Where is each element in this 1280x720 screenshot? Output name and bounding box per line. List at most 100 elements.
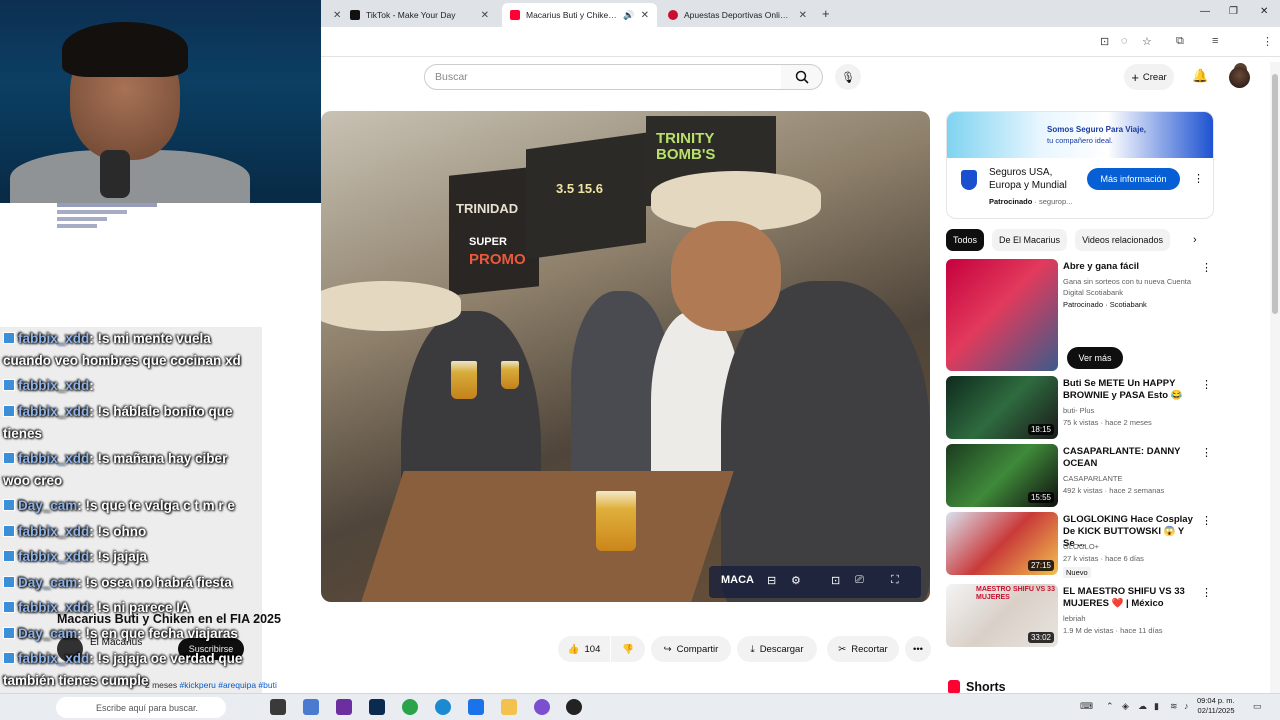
voice-search-button[interactable]: 🎙 [835, 64, 861, 90]
rec-thumbnail[interactable]: 27:15 [946, 512, 1058, 575]
obs-icon[interactable] [534, 699, 550, 715]
rec-thumbnail[interactable]: MAESTRO SHIFU VS 33 MUJERES 33:02 [946, 584, 1058, 647]
kebab-menu-icon[interactable]: ⋮ [1201, 261, 1212, 274]
chat-text: woo creo [3, 473, 63, 488]
rec-title[interactable]: EL MAESTRO SHIFU VS 33 MUJERES ❤️ | Méxi… [1063, 586, 1195, 610]
clip-button[interactable]: ✂ Recortar [827, 636, 899, 662]
keyboard-icon[interactable]: ⌨ [1080, 701, 1093, 712]
rec-item-ad[interactable]: Ver más Abre y gana fácil Gana sin sorte… [946, 259, 1214, 371]
minimize-icon[interactable]: — [1200, 6, 1210, 17]
tab-youtube[interactable]: Macarius Buti y Chiken en el 🔊 ✕ [502, 3, 657, 27]
taskbar-clock[interactable]: 09:04 p. m. 02/11/2025 [1197, 696, 1235, 716]
rec-channel[interactable]: CASAPARLANTE [1063, 473, 1203, 484]
premiere-icon[interactable] [336, 699, 352, 715]
rec-item[interactable]: MAESTRO SHIFU VS 33 MUJERES 33:02 EL MAES… [946, 584, 1214, 648]
rec-thumbnail[interactable]: 18:15 [946, 376, 1058, 439]
rec-channel[interactable]: GLOGLO+ [1063, 541, 1203, 552]
tab-close-partial[interactable]: ✕ [325, 3, 341, 27]
chat-message: tienes [3, 423, 42, 445]
rec-title[interactable]: CASAPARLANTE: DANNY OCEAN [1063, 446, 1195, 470]
page-scrollbar[interactable] [1270, 62, 1280, 693]
file-explorer-icon[interactable] [501, 699, 517, 715]
search-input[interactable]: Buscar [424, 64, 782, 90]
chevron-up-icon[interactable]: ⌃ [1106, 701, 1114, 712]
battery-icon[interactable]: ▮ [1154, 701, 1159, 712]
tab-title: Macarius Buti y Chiken en el [526, 10, 617, 20]
close-icon[interactable]: ✕ [641, 10, 649, 21]
more-actions-button[interactable]: ••• [905, 636, 931, 662]
close-icon[interactable]: ✕ [799, 10, 807, 21]
tab-tiktok[interactable]: TikTok - Make Your Day ✕ [342, 3, 497, 27]
eye-off-icon[interactable]: ◌ [1121, 35, 1128, 47]
download-button[interactable]: ⤓ Descargar [737, 636, 817, 662]
kebab-menu-icon[interactable]: ⋮ [1201, 586, 1212, 599]
close-window-icon[interactable]: ✕ [1260, 6, 1268, 17]
kebab-menu-icon[interactable]: ⋮ [1201, 446, 1212, 459]
miniplayer-icon[interactable]: ⊡ [831, 574, 840, 587]
volume-icon[interactable]: ♪ [1184, 701, 1189, 711]
dislike-button[interactable]: 👎 [611, 636, 645, 662]
chrome-icon[interactable] [402, 699, 418, 715]
close-icon[interactable]: ✕ [481, 10, 489, 21]
new-tab-button[interactable]: + [822, 6, 830, 21]
rec-channel[interactable]: buti- Plus [1063, 405, 1203, 416]
cloud-icon[interactable]: ☁ [1138, 701, 1147, 712]
video-controls: MACA ⊟ ⚙ ⊡ ⎚ ⛶ [709, 566, 921, 598]
rec-stats: 1.9 M de vistas · hace 11 días [1063, 626, 1163, 635]
rec-item[interactable]: 27:15 GLOGLOKING Hace Cosplay De KICK BU… [946, 512, 1214, 578]
rec-title[interactable]: Abre y gana fácil [1063, 261, 1195, 273]
create-button[interactable]: + Crear [1124, 64, 1174, 90]
maximize-icon[interactable]: ❐ [1229, 6, 1238, 17]
video-player[interactable]: TRINIDAD SUPER PROMO TRINITY BOMB'S 3.5 … [321, 111, 930, 602]
ad-cta-button[interactable]: Más información [1087, 168, 1180, 190]
task-view-icon[interactable] [270, 699, 286, 715]
chip-todos[interactable]: Todos [946, 229, 985, 251]
close-icon[interactable]: ✕ [333, 10, 341, 21]
chevron-right-icon[interactable]: › [1193, 234, 1197, 246]
account-avatar[interactable] [1229, 67, 1250, 88]
cast-icon[interactable]: ⎚ [855, 574, 864, 587]
fullscreen-icon[interactable]: ⛶ [891, 574, 899, 587]
chip-videos-relacionados[interactable]: Videos relacionados [1075, 229, 1170, 251]
kebab-menu-icon[interactable]: ⋮ [1193, 172, 1204, 185]
ver-mas-button[interactable]: Ver más [1067, 347, 1123, 369]
menu-icon[interactable]: ⋮ [1262, 35, 1273, 48]
star-icon[interactable]: ☆ [1142, 35, 1152, 48]
notifications-bell-icon[interactable]: 🔔 [1192, 68, 1208, 84]
kebab-menu-icon[interactable]: ⋮ [1201, 514, 1212, 527]
search-button[interactable] [781, 64, 823, 90]
notifications-icon[interactable]: ▭ [1253, 701, 1262, 712]
edge-icon[interactable] [435, 699, 451, 715]
rec-item[interactable]: 15:55 CASAPARLANTE: DANNY OCEAN CASAPARL… [946, 444, 1214, 508]
taskbar-search[interactable]: Escribe aquí para buscar. [56, 697, 226, 718]
install-icon[interactable]: ⊡ [1100, 35, 1109, 48]
like-button[interactable]: 👍 104 [558, 636, 610, 662]
scrollbar-thumb[interactable] [1272, 74, 1278, 314]
kebab-menu-icon[interactable]: ⋮ [1201, 378, 1212, 391]
rec-title[interactable]: Buti Se METE Un HAPPY BROWNIE y PASA Est… [1063, 378, 1195, 402]
rec-item[interactable]: 18:15 Buti Se METE Un HAPPY BROWNIE y PA… [946, 376, 1214, 440]
tab-apuestas[interactable]: Apuestas Deportivas Online | Ap ✕ [660, 3, 815, 27]
captions-icon[interactable]: ⊟ [767, 574, 776, 587]
chat-message: Day_cam: !s osea no habrá fiesta [3, 572, 232, 594]
chat-badge-icon [3, 576, 15, 588]
settings-gear-icon[interactable]: ⚙ [791, 574, 801, 587]
media-icon[interactable]: ≡ [1212, 35, 1218, 47]
photoshop-icon[interactable] [369, 699, 385, 715]
wifi-icon[interactable]: ≋ [1170, 701, 1178, 712]
speaker-icon[interactable]: 🔊 [623, 10, 634, 21]
extensions-icon[interactable]: ⧉ [1176, 35, 1184, 48]
chip-de-el-macarius[interactable]: De El Macarius [992, 229, 1068, 251]
chat-message: Day_cam: !s que te valga c t m r e [3, 495, 235, 517]
share-button[interactable]: ↪ Compartir [651, 636, 731, 662]
mail-icon[interactable] [468, 699, 484, 715]
chat-text: : !s jajaja oe verdad que [89, 651, 243, 666]
rec-thumbnail[interactable] [946, 259, 1058, 371]
store-icon[interactable] [303, 699, 319, 715]
network-icon[interactable]: ◈ [1122, 701, 1129, 712]
mini-chat-overlay [57, 203, 157, 263]
rec-channel[interactable]: lebriah [1063, 613, 1203, 624]
rec-thumbnail[interactable]: 15:55 [946, 444, 1058, 507]
sidebar-ad[interactable]: Somos Seguro Para Viaje, tu compañero id… [946, 111, 1214, 219]
app-icon[interactable] [566, 699, 582, 715]
